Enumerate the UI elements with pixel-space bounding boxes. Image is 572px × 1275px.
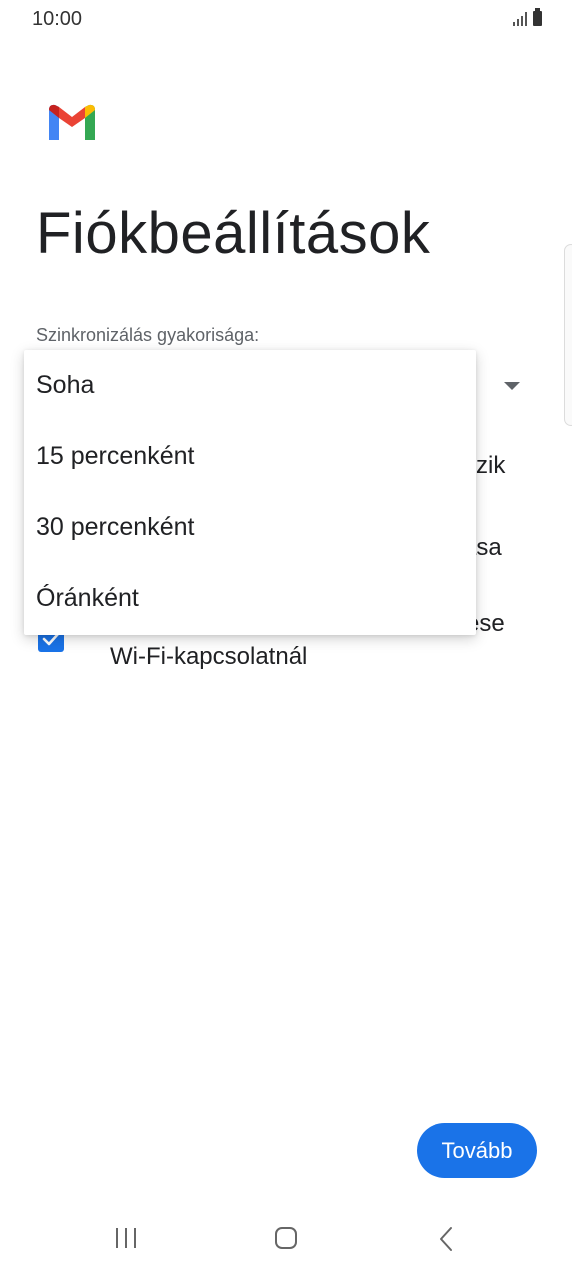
- scroll-edge: [564, 244, 572, 426]
- navigation-bar: [0, 1200, 572, 1275]
- menu-item-15-min[interactable]: 15 percenként: [24, 421, 476, 492]
- battery-icon: [533, 8, 542, 26]
- recents-icon[interactable]: [112, 1226, 140, 1250]
- page-title: Fiókbeállítások: [36, 201, 431, 266]
- status-bar: 10:00: [0, 0, 572, 40]
- back-icon[interactable]: [436, 1226, 456, 1252]
- home-icon[interactable]: [274, 1226, 298, 1250]
- option-3-label-line2: Wi-Fi-kapcsolatnál: [110, 643, 308, 670]
- signal-icon: [513, 12, 527, 26]
- menu-item-never[interactable]: Soha: [24, 350, 476, 421]
- menu-item-hourly[interactable]: Óránként: [24, 563, 476, 634]
- chevron-down-icon[interactable]: [504, 382, 520, 390]
- sync-frequency-menu: Soha 15 percenként 30 percenként Óránkén…: [24, 350, 476, 635]
- menu-item-30-min[interactable]: 30 percenként: [24, 492, 476, 563]
- status-time: 10:00: [32, 8, 83, 30]
- sync-frequency-label: Szinkronizálás gyakorisága:: [36, 325, 260, 345]
- gmail-logo-icon: [49, 104, 95, 140]
- next-button[interactable]: Tovább: [417, 1123, 537, 1178]
- status-icons: [513, 8, 542, 26]
- option-1-label-tail: zik: [476, 452, 506, 479]
